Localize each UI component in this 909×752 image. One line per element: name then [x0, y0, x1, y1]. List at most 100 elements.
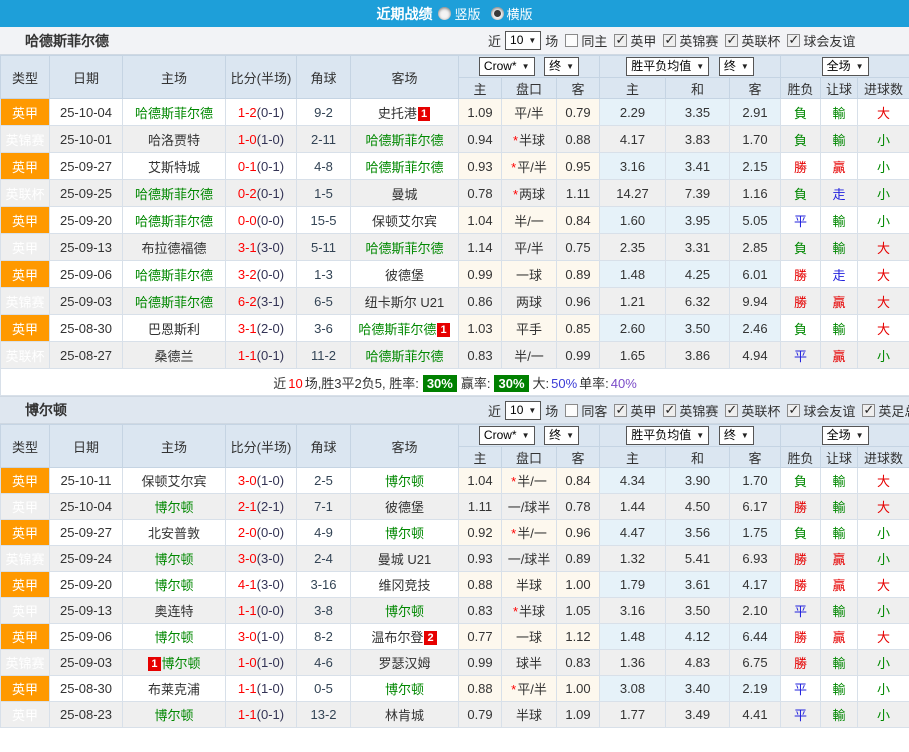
odds-home: 0.77: [458, 623, 502, 650]
result-handicap: 輸: [820, 701, 859, 728]
summary-segment: 30%: [494, 374, 529, 392]
match-row: 英联杯 25-09-25 哈德斯菲尔德 0-2(0-1) 1-5 曼城 0.78…: [0, 179, 909, 207]
radio-icon[interactable]: [490, 7, 504, 20]
scope-select[interactable]: 全场: [821, 426, 869, 445]
odds-time-select[interactable]: 终: [544, 57, 580, 76]
away-team-name: 彼德堡: [384, 267, 424, 283]
league-filter[interactable]: 球会友谊: [780, 31, 855, 50]
checkbox-icon[interactable]: [565, 34, 579, 47]
avg-type-select[interactable]: 胜平负均值: [626, 57, 710, 76]
match-row: 英甲 25-09-06 哈德斯菲尔德 3-2(0-0) 1-3 彼德堡 0.99…: [0, 260, 909, 288]
avg-away: 2.85: [728, 233, 782, 261]
fulltime-score: 1-1: [237, 707, 257, 722]
avg-type-select[interactable]: 胜平负均值: [626, 426, 710, 445]
avg-time-select[interactable]: 终: [718, 426, 754, 445]
home-team-cell: 哈洛贾特: [122, 125, 226, 153]
checkbox-icon[interactable]: [787, 402, 801, 418]
scope-group-header: 全场: [780, 424, 909, 447]
games-label: 场: [545, 403, 559, 419]
result-winlose: 勝: [780, 571, 822, 598]
handicap-text: 一球: [515, 630, 542, 645]
home-team-name: 桑德兰: [154, 348, 194, 364]
avg-draw: 5.41: [665, 545, 730, 572]
radio-icon[interactable]: [438, 7, 452, 20]
halftime-score: (3-0): [256, 577, 285, 592]
same-venue-filter[interactable]: 同客: [558, 401, 607, 420]
avg-away: 1.16: [728, 179, 782, 207]
result-winlose: 勝: [780, 260, 822, 288]
league-filter[interactable]: 英甲: [607, 31, 656, 50]
checkbox-icon[interactable]: [862, 402, 876, 418]
score-cell: 3-0(1-0): [225, 623, 297, 650]
handicap-cell: 一/球半: [501, 493, 557, 520]
match-count-select[interactable]: 10: [505, 400, 542, 420]
league-filter[interactable]: 英联杯: [718, 401, 780, 420]
league-badge: 英甲: [0, 493, 50, 520]
fulltime-score: 0-1: [237, 158, 257, 174]
league-filter[interactable]: 英锦赛: [656, 401, 718, 420]
avg-draw: 6.32: [665, 287, 730, 315]
league-badge: 英锦赛: [0, 287, 50, 315]
league-badge: 英甲: [0, 519, 50, 546]
home-team-cell: 博尔顿: [122, 701, 226, 728]
layout-radio[interactable]: 竖版: [438, 4, 481, 23]
odds-away: 0.96: [556, 519, 600, 546]
checkbox-icon[interactable]: [663, 32, 677, 48]
halftime-score: (2-1): [256, 499, 285, 514]
result-handicap: 輸: [820, 98, 859, 126]
league-filter[interactable]: 英联杯: [718, 31, 780, 50]
avg-away: 2.46: [728, 314, 782, 342]
checkbox-icon[interactable]: [565, 403, 579, 417]
odds-time-select[interactable]: 终: [544, 426, 580, 445]
home-team-name: 布拉德福德: [141, 240, 207, 256]
league-filter[interactable]: 英甲: [607, 401, 656, 420]
fulltime-score: 1-1: [237, 603, 257, 618]
col-avg-away: 客: [728, 77, 782, 99]
halftime-score: (0-0): [256, 212, 285, 228]
away-team-cell: 哈德斯菲尔德: [350, 152, 459, 180]
league-filter[interactable]: 球会友谊: [780, 401, 855, 420]
result-goals: 小: [857, 179, 909, 207]
result-winlose: 勝: [780, 623, 822, 650]
recent-results-page: 近期战绩 竖版 横版 哈德斯菲尔德 近 10 场 同主: [0, 0, 909, 752]
odds-away: 0.84: [556, 467, 600, 494]
checkbox-icon[interactable]: [725, 402, 739, 418]
league-filter[interactable]: 英足总杯: [855, 401, 909, 420]
col-type: 类型: [0, 424, 50, 468]
match-date: 25-09-06: [49, 260, 123, 288]
result-handicap: 贏: [820, 571, 859, 598]
result-winlose: 負: [780, 98, 822, 126]
col-winlose: 胜负: [780, 77, 822, 99]
league-filter-label: 英锦赛: [679, 34, 719, 49]
result-handicap: 贏: [820, 287, 859, 315]
same-venue-filter[interactable]: 同主: [558, 31, 607, 50]
league-badge: 英锦赛: [0, 125, 50, 153]
odds-source-select[interactable]: Crow*: [478, 426, 535, 445]
home-team-name: 保顿艾尔宾: [141, 474, 207, 489]
avg-time-select[interactable]: 终: [718, 57, 754, 76]
home-team-name: 博尔顿: [154, 630, 194, 645]
checkbox-icon[interactable]: [725, 32, 739, 48]
score-cell: 1-1(0-1): [225, 341, 297, 369]
fulltime-score: 6-2: [237, 293, 257, 309]
league-filter[interactable]: 英锦赛: [656, 31, 718, 50]
odds-home: 0.88: [458, 571, 502, 598]
result-winlose: 勝: [780, 545, 822, 572]
checkbox-icon[interactable]: [787, 32, 801, 48]
home-team-cell: 哈德斯菲尔德: [122, 287, 226, 315]
handicap-text: 两球: [515, 294, 542, 310]
match-date: 25-08-30: [49, 675, 123, 702]
scope-select[interactable]: 全场: [821, 57, 869, 76]
col-avg-draw: 和: [665, 77, 730, 99]
checkbox-icon[interactable]: [614, 402, 628, 418]
away-team-name: 哈德斯菲尔德: [365, 240, 444, 256]
match-count-select[interactable]: 10: [505, 31, 542, 50]
odds-source-select[interactable]: Crow*: [478, 57, 535, 76]
home-team-cell: 艾斯特城: [122, 152, 226, 180]
checkbox-icon[interactable]: [663, 402, 677, 418]
odds-away: 0.96: [556, 287, 600, 315]
result-handicap: 輸: [820, 649, 859, 676]
layout-radio[interactable]: 横版: [490, 4, 533, 23]
checkbox-icon[interactable]: [614, 32, 628, 48]
home-team-name: 哈德斯菲尔德: [134, 105, 213, 121]
